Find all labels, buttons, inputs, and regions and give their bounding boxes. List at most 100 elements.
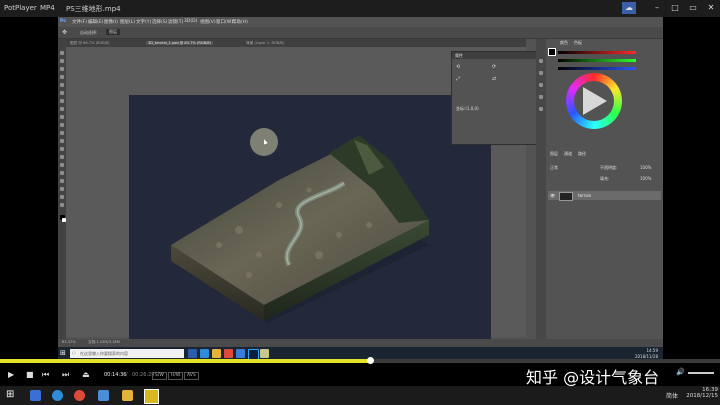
ps-menu-bar: Ps 文件(F) 编辑(E) 图像(I) 图层(L) 文字(Y) 选择(S) 滤… [58,17,663,27]
blend-mode-select[interactable]: 正常 [550,165,558,171]
lasso-tool-icon[interactable] [60,67,64,71]
ps-menu-filter[interactable]: 滤镜(T) [168,19,183,25]
tab-paths[interactable]: 路径 [578,151,586,157]
close-icon[interactable]: ✕ [704,2,718,14]
hand-tool-icon[interactable] [60,195,64,199]
windows-start-icon[interactable]: ⊞ [60,349,66,357]
blur-tool-icon[interactable] [60,147,64,151]
pen-tool-icon[interactable] [60,163,64,167]
ps-menu-image[interactable]: 图像(I) [104,19,118,25]
magic-wand-tool-icon[interactable] [60,75,64,79]
marquee-tool-icon[interactable] [60,59,64,63]
host-potplayer-icon[interactable] [144,389,159,404]
shape-tool-icon[interactable] [60,187,64,191]
stamp-tool-icon[interactable] [60,115,64,119]
host-ie-icon[interactable] [52,390,63,401]
move-tool-icon[interactable] [60,51,64,55]
adjustments-panel-icon[interactable] [539,95,543,99]
tab-color[interactable]: 颜色 [560,40,568,46]
move-tool-icon[interactable]: ✥ [62,29,67,36]
tab-layers[interactable]: 图层 [550,151,558,157]
zoom-level[interactable]: 83.37% [62,340,76,344]
play-icon[interactable]: ▶ [8,370,14,379]
host-chrome-icon[interactable] [74,390,85,401]
previous-icon[interactable]: ⏮ [42,370,49,380]
ps-menu-view[interactable]: 视图(V) [200,19,216,25]
edge-icon[interactable] [200,349,209,358]
host-taskbar: ⊞ 简体 [0,386,720,405]
volume-slider[interactable] [688,372,714,374]
type-tool-icon[interactable] [60,171,64,175]
ps-menu-3d[interactable]: 3D(D) [184,19,197,24]
ps-menu-window[interactable]: 窗口(W) [216,19,233,25]
chrome-icon[interactable] [224,349,233,358]
opacity-value[interactable]: 100% [640,165,651,170]
color-swatch[interactable] [548,48,556,56]
ps-doc-tab-2[interactable]: 3D_terrain_1.psd @ 83.7% (RGB/8) [146,41,213,45]
badge-hw[interactable]: H/W [168,372,184,380]
windows-search-box[interactable]: ○ 在这里输入你要搜索的内容 [70,349,184,358]
volume-icon[interactable]: 🔊 [676,368,685,376]
ps-document-canvas[interactable] [129,95,491,353]
dodge-tool-icon[interactable] [60,155,64,159]
host-start-icon[interactable]: ⊞ [6,389,14,400]
badge-sw[interactable]: S/W [152,372,167,380]
ps-menu-layer[interactable]: 图层(L) [120,19,135,25]
search-icon: ○ [72,350,76,355]
path-select-tool-icon[interactable] [60,179,64,183]
ps-menu-help[interactable]: 帮助(H) [232,19,248,25]
eraser-tool-icon[interactable] [60,131,64,135]
ps-menu-file[interactable]: 文件(F) [72,19,87,25]
styles-panel-icon[interactable] [539,107,543,111]
host-app-icon-2[interactable] [98,390,109,401]
scale-3d-icon[interactable]: ⤢ [456,76,460,82]
rotate-3d-icon[interactable]: ⟲ [456,64,460,70]
task-view-icon[interactable] [188,349,197,358]
crop-tool-icon[interactable] [60,83,64,87]
green-slider[interactable] [558,59,636,62]
player-app-name[interactable]: PotPlayer [4,4,37,12]
history-panel-icon[interactable] [539,59,543,63]
auto-select-dropdown[interactable]: 图层 [106,29,120,35]
ps-menu-edit[interactable]: 编辑(E) [88,19,103,25]
tab-swatches[interactable]: 色板 [574,40,582,46]
video-frame[interactable]: Ps 文件(F) 编辑(E) 图像(I) 图层(L) 文字(Y) 选择(S) 滤… [58,17,663,360]
cloud-icon[interactable]: ☁ [622,2,636,14]
tab-channels[interactable]: 通道 [564,151,572,157]
fill-value[interactable]: 100% [640,176,651,181]
red-slider[interactable] [558,51,636,54]
layer-name[interactable]: terrain [578,193,591,198]
ps-doc-tab-1[interactable]: 图层 @ 66.7% (RGB/8) [70,41,110,46]
minimize-icon[interactable]: – [650,2,664,14]
history-brush-tool-icon[interactable] [60,123,64,127]
ps-panel-dock [536,39,546,339]
next-icon[interactable]: ⏭ [62,370,69,380]
ps-menu-type[interactable]: 文字(Y) [136,19,151,25]
eject-icon[interactable]: ⏏ [82,370,90,379]
actions-panel-icon[interactable] [539,71,543,75]
file-explorer-icon[interactable] [212,349,221,358]
ps-menu-select[interactable]: 选择(S) [152,19,167,25]
slide-3d-icon[interactable]: ⇄ [492,76,496,82]
info-panel-icon[interactable] [539,83,543,87]
blue-slider[interactable] [558,67,636,70]
move-3d-icon[interactable]: ⟳ [492,64,496,70]
ps-doc-tab-3[interactable]: 背景 (Layer 1, RGB/8) [246,41,284,46]
ps-properties-panel: 属性 ⟲ ⟳ ⤢ ⇄ 坐标:(1,0,0) [451,51,539,145]
color-triangle[interactable] [583,87,607,115]
brush-tool-icon[interactable] [60,107,64,111]
stop-icon[interactable]: ■ [26,370,34,379]
gradient-tool-icon[interactable] [60,139,64,143]
healing-tool-icon[interactable] [60,99,64,103]
ime-indicator[interactable]: 简体 [666,391,678,400]
eyedropper-tool-icon[interactable] [60,91,64,95]
layer-visibility-icon[interactable]: 👁 [550,193,555,198]
app-icon[interactable] [236,349,245,358]
host-file-explorer-icon[interactable] [122,390,133,401]
app-icon-2[interactable] [260,349,269,358]
badge-avs[interactable]: AVS [184,372,199,380]
maximize-icon[interactable]: □ [668,2,682,14]
host-app-icon-1[interactable] [30,390,41,401]
zoom-tool-icon[interactable] [60,203,64,207]
fullscreen-icon[interactable]: ▭ [686,2,700,14]
